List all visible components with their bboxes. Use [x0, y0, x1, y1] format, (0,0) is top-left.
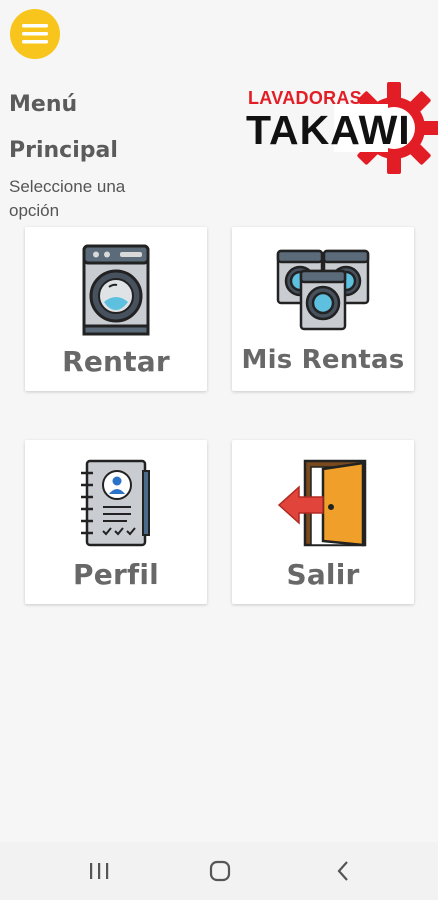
- recents-icon[interactable]: [84, 858, 114, 884]
- washing-machines-icon: [276, 242, 370, 338]
- logo-main-text: TAKAWI: [246, 107, 411, 153]
- logo-top-text: LAVADORAS: [248, 88, 363, 108]
- home-icon[interactable]: [205, 858, 235, 884]
- mis-rentas-label: Mis Rentas: [241, 345, 405, 375]
- rentar-label: Rentar: [62, 345, 170, 378]
- salir-card[interactable]: Salir: [232, 440, 414, 604]
- rentar-card[interactable]: Rentar: [25, 227, 207, 391]
- menu-button[interactable]: [10, 9, 60, 59]
- brand-logo: LAVADORAS TAKAWI: [244, 80, 438, 176]
- profile-notebook-icon: [79, 455, 153, 551]
- exit-door-icon: [277, 455, 369, 551]
- perfil-label: Perfil: [73, 558, 159, 591]
- hamburger-menu-icon: [22, 24, 48, 44]
- salir-label: Salir: [286, 558, 360, 591]
- page-subtitle: Seleccione una opción: [9, 177, 126, 220]
- mis-rentas-card[interactable]: Mis Rentas: [232, 227, 414, 391]
- washing-machine-icon: [82, 242, 150, 338]
- system-navigation-bar: [0, 842, 438, 900]
- page-title-line1: Menú: [9, 92, 78, 117]
- perfil-card[interactable]: Perfil: [25, 440, 207, 604]
- page-title-line2: Principal: [9, 138, 118, 163]
- page-title: Menú Principal: [9, 82, 169, 174]
- back-icon[interactable]: [328, 858, 358, 884]
